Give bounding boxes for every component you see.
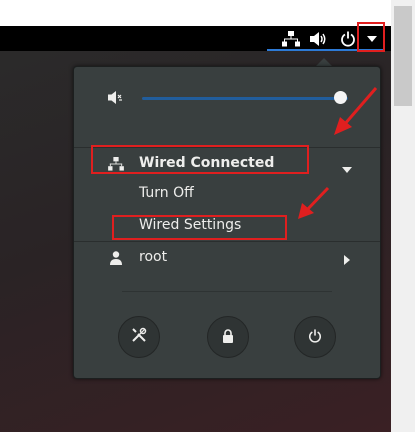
lock-button[interactable] <box>207 316 249 358</box>
chevron-right-icon <box>344 253 350 269</box>
annotation-box-dropdown <box>357 22 385 52</box>
lock-icon <box>222 328 234 347</box>
settings-tools-icon <box>131 327 147 347</box>
user-icon <box>110 251 122 269</box>
annotation-box-wired-connected <box>91 145 309 174</box>
network-wired-icon[interactable] <box>279 26 303 51</box>
power-off-button[interactable] <box>294 316 336 358</box>
volume-muted-icon <box>108 90 124 109</box>
turn-off-label: Turn Off <box>139 185 194 201</box>
volume-icon[interactable] <box>308 26 330 51</box>
user-name: root <box>139 249 168 265</box>
separator <box>74 241 380 242</box>
menu-item-turn-off[interactable]: Turn Off <box>74 181 380 207</box>
power-icon[interactable] <box>337 26 359 51</box>
chevron-down-icon <box>342 161 352 177</box>
scrollbar-thumb[interactable] <box>394 6 412 106</box>
annotation-arrow-2 <box>298 186 330 219</box>
page-scrollbar[interactable] <box>391 0 415 432</box>
annotation-box-wired-settings <box>112 215 287 240</box>
volume-slider[interactable] <box>142 97 348 100</box>
settings-button[interactable] <box>118 316 160 358</box>
separator <box>122 291 332 292</box>
annotation-arrow-1 <box>334 87 378 135</box>
power-off-icon <box>308 328 322 347</box>
top-bar <box>0 26 391 51</box>
user-row[interactable]: root <box>74 245 380 271</box>
